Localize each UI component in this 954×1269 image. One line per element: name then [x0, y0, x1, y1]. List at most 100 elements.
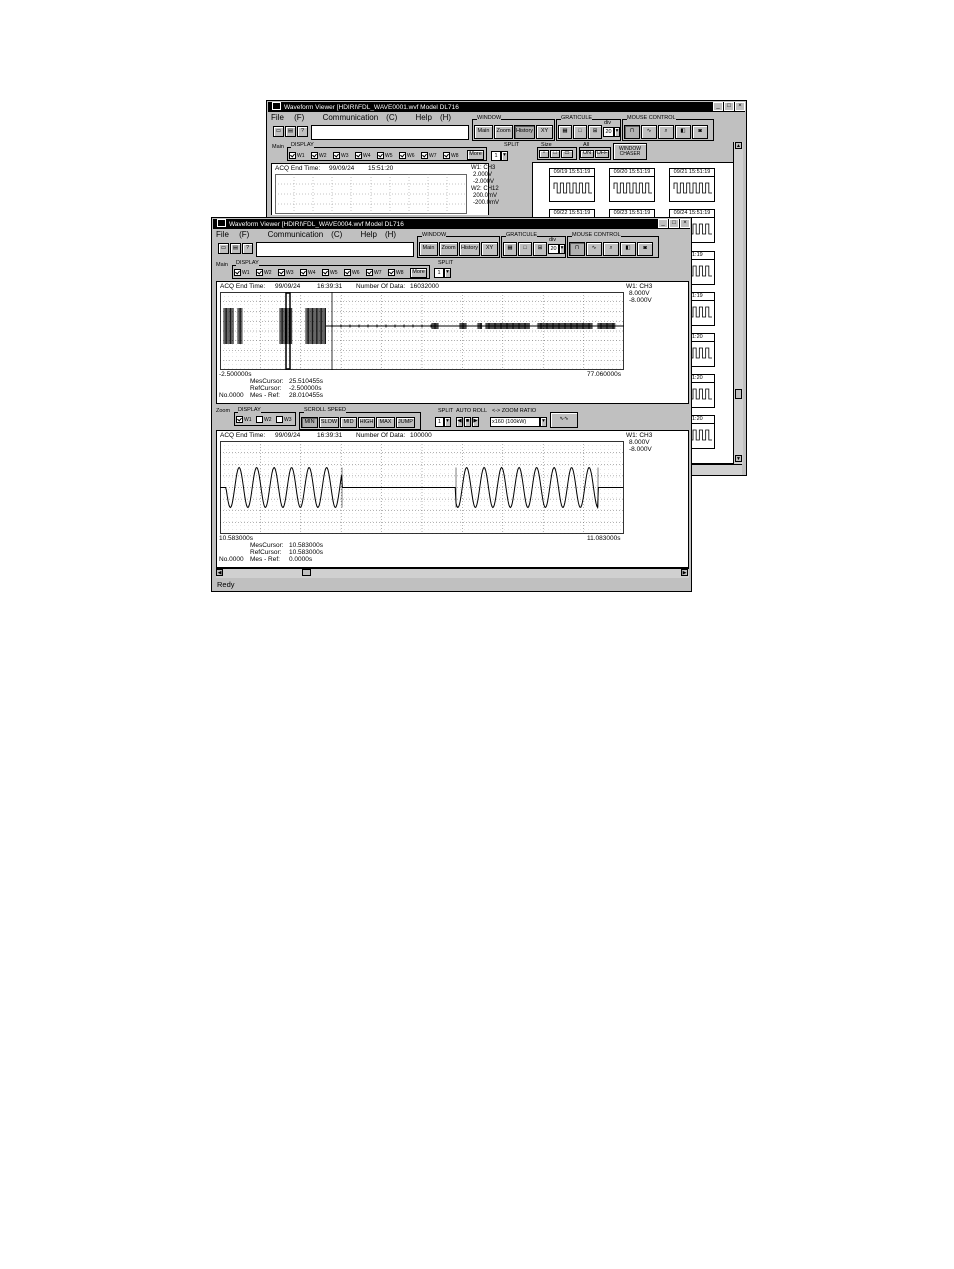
back-zoom-button[interactable]: Zoom [494, 125, 513, 139]
front-split-dropdown-icon[interactable]: ▾ [444, 268, 451, 278]
grid-full-icon[interactable]: ▦ [503, 242, 517, 256]
channel-checkbox-w4[interactable]: W4 [355, 152, 371, 159]
grid-cross-icon[interactable]: ⊞ [588, 125, 602, 139]
speed-min-button[interactable]: MIN [301, 417, 318, 428]
speed-mid-button[interactable]: MID [340, 417, 357, 428]
front-history-button[interactable]: History [459, 242, 480, 256]
history-thumbnail[interactable]: 09/21 15:51:19 [669, 168, 715, 202]
grid-frame-icon[interactable]: □ [573, 125, 587, 139]
zoom-mode-icon[interactable]: ⌕ [658, 125, 674, 139]
minimize-button[interactable]: _ [658, 219, 668, 228]
thumb-size-small-button[interactable]: ▫ [539, 150, 549, 158]
scroll-left-arrow-icon[interactable]: ◀ [216, 569, 223, 576]
front-div-select[interactable]: 20 [548, 244, 559, 254]
roll-stop-icon[interactable]: ■ [464, 417, 471, 427]
channel-checkbox-w1[interactable]: W1 [289, 152, 305, 159]
window-chaser-button[interactable]: WINDOW CHASER [613, 143, 647, 160]
front-div-dropdown-icon[interactable]: ▾ [559, 244, 565, 254]
grid-full-icon[interactable]: ▦ [558, 125, 572, 139]
back-div-dropdown-icon[interactable]: ▾ [614, 127, 620, 137]
zoom-split-dropdown-icon[interactable]: ▾ [444, 417, 451, 427]
speed-max-button[interactable]: MAX [376, 417, 395, 428]
camera-icon[interactable]: ◙ [637, 242, 653, 256]
channel-checkbox-w3[interactable]: W3 [276, 416, 292, 423]
back-split-select[interactable]: 1 [491, 151, 501, 161]
front-split-select[interactable]: 1 [434, 268, 444, 278]
menu-help[interactable]: Help (H) [416, 113, 460, 122]
menu-help[interactable]: Help (H) [361, 230, 405, 239]
zoom-waveform-plot[interactable] [220, 441, 624, 534]
menu-file[interactable]: File (F) [271, 113, 312, 122]
speed-high-button[interactable]: HIGH [358, 417, 375, 428]
help-icon[interactable]: ? [242, 243, 253, 254]
menu-file[interactable]: File (F) [216, 230, 257, 239]
channel-checkbox-w8[interactable]: W8 [388, 269, 404, 276]
minimize-button[interactable]: _ [713, 102, 723, 111]
grid-cross-icon[interactable]: ⊞ [533, 242, 547, 256]
close-button[interactable]: × [735, 102, 745, 111]
open-folder-icon[interactable]: ▭ [218, 243, 229, 254]
channel-checkbox-w2[interactable]: W2 [256, 416, 272, 423]
maximize-button[interactable]: □ [724, 102, 734, 111]
channel-checkbox-w6[interactable]: W6 [399, 152, 415, 159]
main-waveform-plot[interactable] [220, 292, 624, 370]
camera-icon[interactable]: ◙ [692, 125, 708, 139]
zoom-wave-icon[interactable]: ∿∿ [550, 412, 578, 428]
channel-checkbox-w5[interactable]: W5 [377, 152, 393, 159]
channel-checkbox-w2[interactable]: W2 [256, 269, 272, 276]
zoom-hscrollbar[interactable]: ◀ ▶ [216, 568, 689, 578]
all-on-button[interactable]: ON [580, 150, 594, 158]
channel-checkbox-w5[interactable]: W5 [322, 269, 338, 276]
print-icon[interactable]: ▤ [230, 243, 241, 254]
speed-jump-button[interactable]: JUMP [396, 417, 415, 428]
channel-checkbox-w1[interactable]: W1 [234, 269, 250, 276]
zoom-ratio-select[interactable]: x160 (100kW) [490, 417, 540, 427]
back-main-button[interactable]: Main [474, 125, 493, 139]
back-split-dropdown-icon[interactable]: ▾ [501, 151, 508, 161]
front-title-bar[interactable]: Waveform Viewer [HDIRI\FDL_WAVE0004.wvf … [213, 219, 690, 229]
history-thumbnail[interactable]: 09/19 15:51:19 [549, 168, 595, 202]
hscroll-thumb[interactable] [302, 569, 311, 576]
color-mode-icon[interactable]: ◧ [675, 125, 691, 139]
print-icon[interactable]: ▤ [285, 126, 296, 137]
wave-mode-icon[interactable]: ∿ [641, 125, 657, 139]
channel-checkbox-w3[interactable]: W3 [278, 269, 294, 276]
speed-slow-button[interactable]: SLOW [319, 417, 339, 428]
thumb-size-mid-button[interactable]: □ [550, 150, 560, 158]
channel-checkbox-w1[interactable]: W1 [236, 416, 252, 423]
channel-checkbox-w7[interactable]: W7 [366, 269, 382, 276]
cursor-mode-icon[interactable]: ⊓ [624, 125, 640, 139]
channel-checkbox-w7[interactable]: W7 [421, 152, 437, 159]
back-history-button[interactable]: History [514, 125, 535, 139]
channel-checkbox-w8[interactable]: W8 [443, 152, 459, 159]
scroll-right-arrow-icon[interactable]: ▶ [681, 569, 688, 576]
scroll-down-arrow-icon[interactable]: ▼ [735, 455, 742, 462]
front-main-button[interactable]: Main [419, 242, 438, 256]
all-off-button[interactable]: OFF [595, 150, 609, 158]
zoom-split-select[interactable]: 1 [435, 417, 444, 427]
scroll-up-arrow-icon[interactable]: ▲ [735, 142, 742, 149]
grid-frame-icon[interactable]: □ [518, 242, 532, 256]
close-button[interactable]: × [680, 219, 690, 228]
roll-back-icon[interactable]: ◀ [456, 417, 463, 427]
front-zoom-button[interactable]: Zoom [439, 242, 458, 256]
channel-checkbox-w4[interactable]: W4 [300, 269, 316, 276]
front-more-button[interactable]: More [410, 268, 427, 278]
zoom-mode-icon[interactable]: ⌕ [603, 242, 619, 256]
back-more-button[interactable]: More [467, 150, 484, 160]
open-folder-icon[interactable]: ▭ [273, 126, 284, 137]
thumb-size-large-button[interactable]: ▭ [561, 150, 573, 158]
roll-forward-icon[interactable]: ▶ [472, 417, 479, 427]
history-thumbnail[interactable]: 09/20 15:51:19 [609, 168, 655, 202]
channel-checkbox-w3[interactable]: W3 [333, 152, 349, 159]
help-icon[interactable]: ? [297, 126, 308, 137]
channel-checkbox-w6[interactable]: W6 [344, 269, 360, 276]
color-mode-icon[interactable]: ◧ [620, 242, 636, 256]
maximize-button[interactable]: □ [669, 219, 679, 228]
back-xy-button[interactable]: XY [536, 125, 553, 139]
front-xy-button[interactable]: XY [481, 242, 498, 256]
menu-communication[interactable]: Communication (C) [268, 230, 351, 239]
channel-checkbox-w2[interactable]: W2 [311, 152, 327, 159]
zoom-ratio-dropdown-icon[interactable]: ▾ [540, 417, 547, 427]
menu-communication[interactable]: Communication (C) [323, 113, 406, 122]
